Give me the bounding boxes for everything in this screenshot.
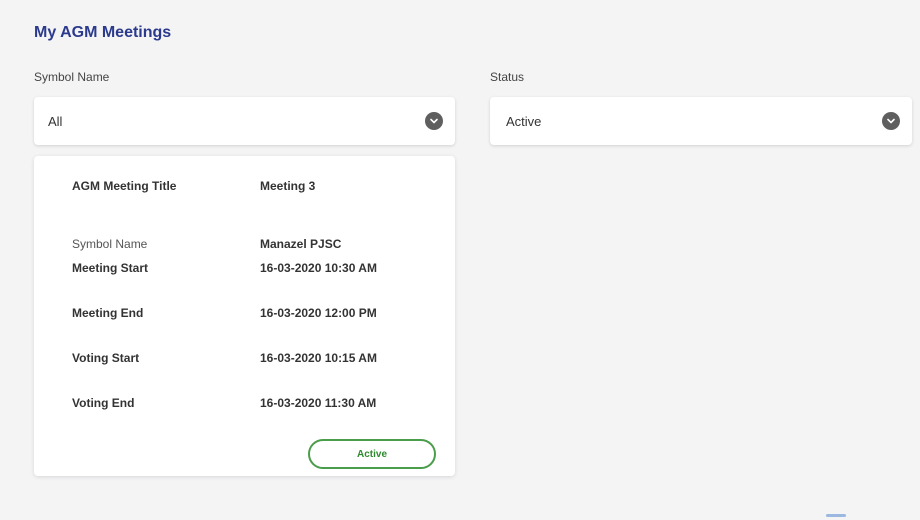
meeting-field-label: Meeting Start — [72, 261, 149, 275]
meeting-title-value: Meeting 3 — [260, 179, 316, 193]
chevron-down-icon[interactable] — [425, 112, 443, 130]
status-label: Status — [490, 70, 525, 84]
scroll-indicator — [826, 514, 846, 517]
page: My AGM Meetings Symbol Name Status All A… — [0, 0, 920, 520]
meeting-field-label: Symbol Name — [72, 237, 148, 251]
meeting-field-value: Manazel PJSC — [260, 237, 342, 251]
status-select[interactable]: Active — [490, 97, 912, 145]
meeting-field-label: Voting End — [72, 396, 135, 410]
page-title: My AGM Meetings — [34, 24, 172, 41]
meeting-field-value: 16-03-2020 11:30 AM — [260, 396, 377, 410]
meeting-card[interactable]: AGM Meeting Title Meeting 3 Symbol Name … — [34, 156, 455, 476]
meeting-field-value: 16-03-2020 10:15 AM — [260, 351, 377, 365]
symbol-name-select-value: All — [48, 113, 63, 129]
symbol-name-select[interactable]: All — [34, 97, 455, 145]
symbol-name-label: Symbol Name — [34, 70, 110, 84]
status-select-value: Active — [506, 113, 542, 129]
meeting-field-label: Meeting End — [72, 306, 144, 320]
meeting-field-value: 16-03-2020 12:00 PM — [260, 306, 377, 320]
status-badge[interactable]: Active — [308, 439, 436, 469]
chevron-down-icon[interactable] — [882, 112, 900, 130]
meeting-field-label: Voting Start — [72, 351, 140, 365]
meeting-field-value: 16-03-2020 10:30 AM — [260, 261, 377, 275]
meeting-title-label: AGM Meeting Title — [72, 179, 177, 193]
